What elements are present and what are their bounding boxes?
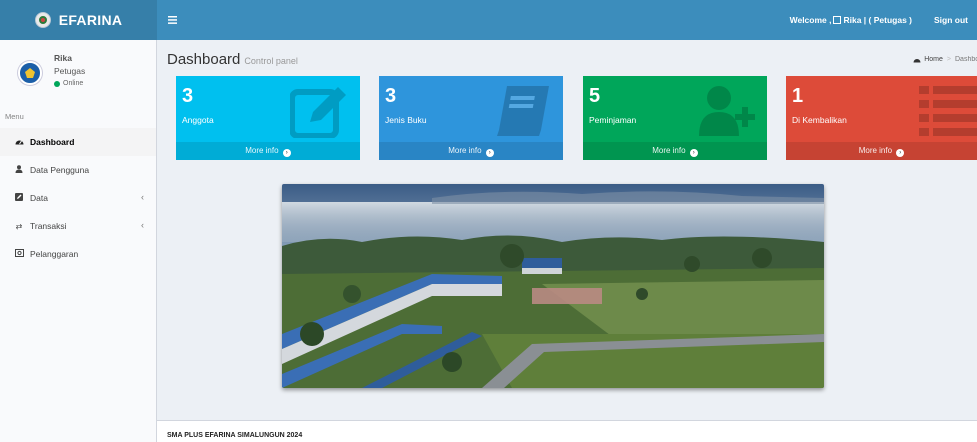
page-subtitle: Control panel — [244, 56, 298, 66]
sidebar-item-pelanggaran[interactable]: Pelanggaran — [0, 240, 156, 268]
footer: SMA PLUS EFARINA SIMALUNGUN 2024 — [157, 420, 977, 442]
breadcrumb: Home > Dashboard — [913, 56, 977, 63]
sidebar-item-label: Transaksi — [30, 221, 67, 231]
sidebar-item-data-pengguna[interactable]: Data Pengguna — [0, 156, 156, 184]
more-info-label: More info — [448, 146, 482, 155]
arrow-circle-right-icon: › — [896, 149, 905, 157]
arrow-circle-right-icon: › — [282, 149, 291, 157]
arrow-circle-right-icon: › — [689, 149, 698, 157]
edit-icon — [14, 193, 24, 203]
stat-box-anggota: 3 Anggota More info › — [176, 76, 360, 160]
stat-box-di-kembalikan: 1 Di Kembalikan More info › — [786, 76, 977, 160]
list-icon — [919, 86, 977, 136]
user-status-label: Online — [63, 80, 84, 87]
breadcrumb-home-link[interactable]: Home — [924, 56, 943, 63]
school-campus-photo — [282, 184, 824, 388]
more-info-link[interactable]: More info › — [583, 142, 767, 160]
stat-box-peminjaman: 5 Peminjaman More info › — [583, 76, 767, 160]
user-welcome-link[interactable]: Welcome , Rika | ( Petugas ) — [780, 15, 922, 25]
sidebar-item-dashboard[interactable]: Dashboard — [0, 128, 156, 156]
online-dot-icon — [54, 80, 60, 87]
menu-header: Menu — [0, 102, 156, 128]
user-plus-icon — [699, 86, 755, 136]
user-panel: Rika Petugas Online — [0, 40, 156, 102]
sidebar-toggle-button[interactable] — [163, 0, 181, 40]
edit-icon — [290, 87, 346, 138]
sidebar-item-label: Dashboard — [30, 137, 75, 147]
more-info-label: More info — [245, 146, 279, 155]
sidebar-item-label: Data Pengguna — [30, 165, 90, 175]
dashboard-icon — [913, 59, 921, 63]
stat-box-jenis-buku: 3 Jenis Buku More info › — [379, 76, 563, 160]
user-status: Online — [54, 80, 83, 87]
more-info-label: More info — [652, 146, 686, 155]
footer-text: SMA PLUS EFARINA SIMALUNGUN 2024 — [167, 432, 303, 439]
exchange-icon: ⇄ — [15, 221, 23, 231]
sidebar: Rika Petugas Online Menu Dashboard Data … — [0, 40, 157, 442]
chevron-left-icon: ‹ — [141, 220, 144, 230]
arrow-circle-right-icon: › — [485, 149, 494, 157]
page-title: Dashboard Control panel — [167, 51, 298, 68]
sign-out-link[interactable]: Sign out — [922, 15, 977, 25]
user-icon — [14, 165, 24, 175]
logo-text: EFARINA — [58, 12, 123, 28]
content-wrapper: DashboardControl panel Home > Dashboard … — [157, 40, 977, 442]
school-logo-icon — [34, 12, 51, 28]
breadcrumb-separator: > — [946, 56, 951, 63]
more-info-link[interactable]: More info › — [176, 142, 360, 160]
welcome-user: Rika | ( Petugas ) — [843, 15, 912, 25]
sidebar-item-data[interactable]: Data ‹ — [0, 184, 156, 212]
menu-icon — [167, 16, 177, 24]
edit-icon — [833, 16, 842, 24]
sidebar-item-transaksi[interactable]: ⇄ Transaksi ‹ — [0, 212, 156, 240]
top-navbar: EFARINA Welcome , Rika | ( Petugas ) Sig… — [0, 0, 977, 40]
chevron-left-icon: ‹ — [141, 192, 144, 202]
more-info-label: More info — [858, 146, 893, 155]
user-name: Rika — [54, 53, 72, 63]
breadcrumb-current: Dashboard — [955, 56, 977, 63]
page-title-text: Dashboard — [167, 51, 241, 68]
user-role: Petugas — [54, 66, 86, 76]
sidebar-item-label: Data — [30, 193, 48, 203]
welcome-prefix: Welcome , — [789, 15, 832, 25]
dashboard-icon — [14, 137, 24, 147]
more-info-link[interactable]: More info › — [786, 142, 977, 160]
more-info-link[interactable]: More info › — [379, 142, 563, 160]
logo[interactable]: EFARINA — [0, 0, 157, 40]
image-icon — [14, 249, 24, 259]
sidebar-item-label: Pelanggaran — [30, 249, 79, 259]
book-icon — [497, 86, 549, 136]
avatar — [18, 61, 42, 85]
